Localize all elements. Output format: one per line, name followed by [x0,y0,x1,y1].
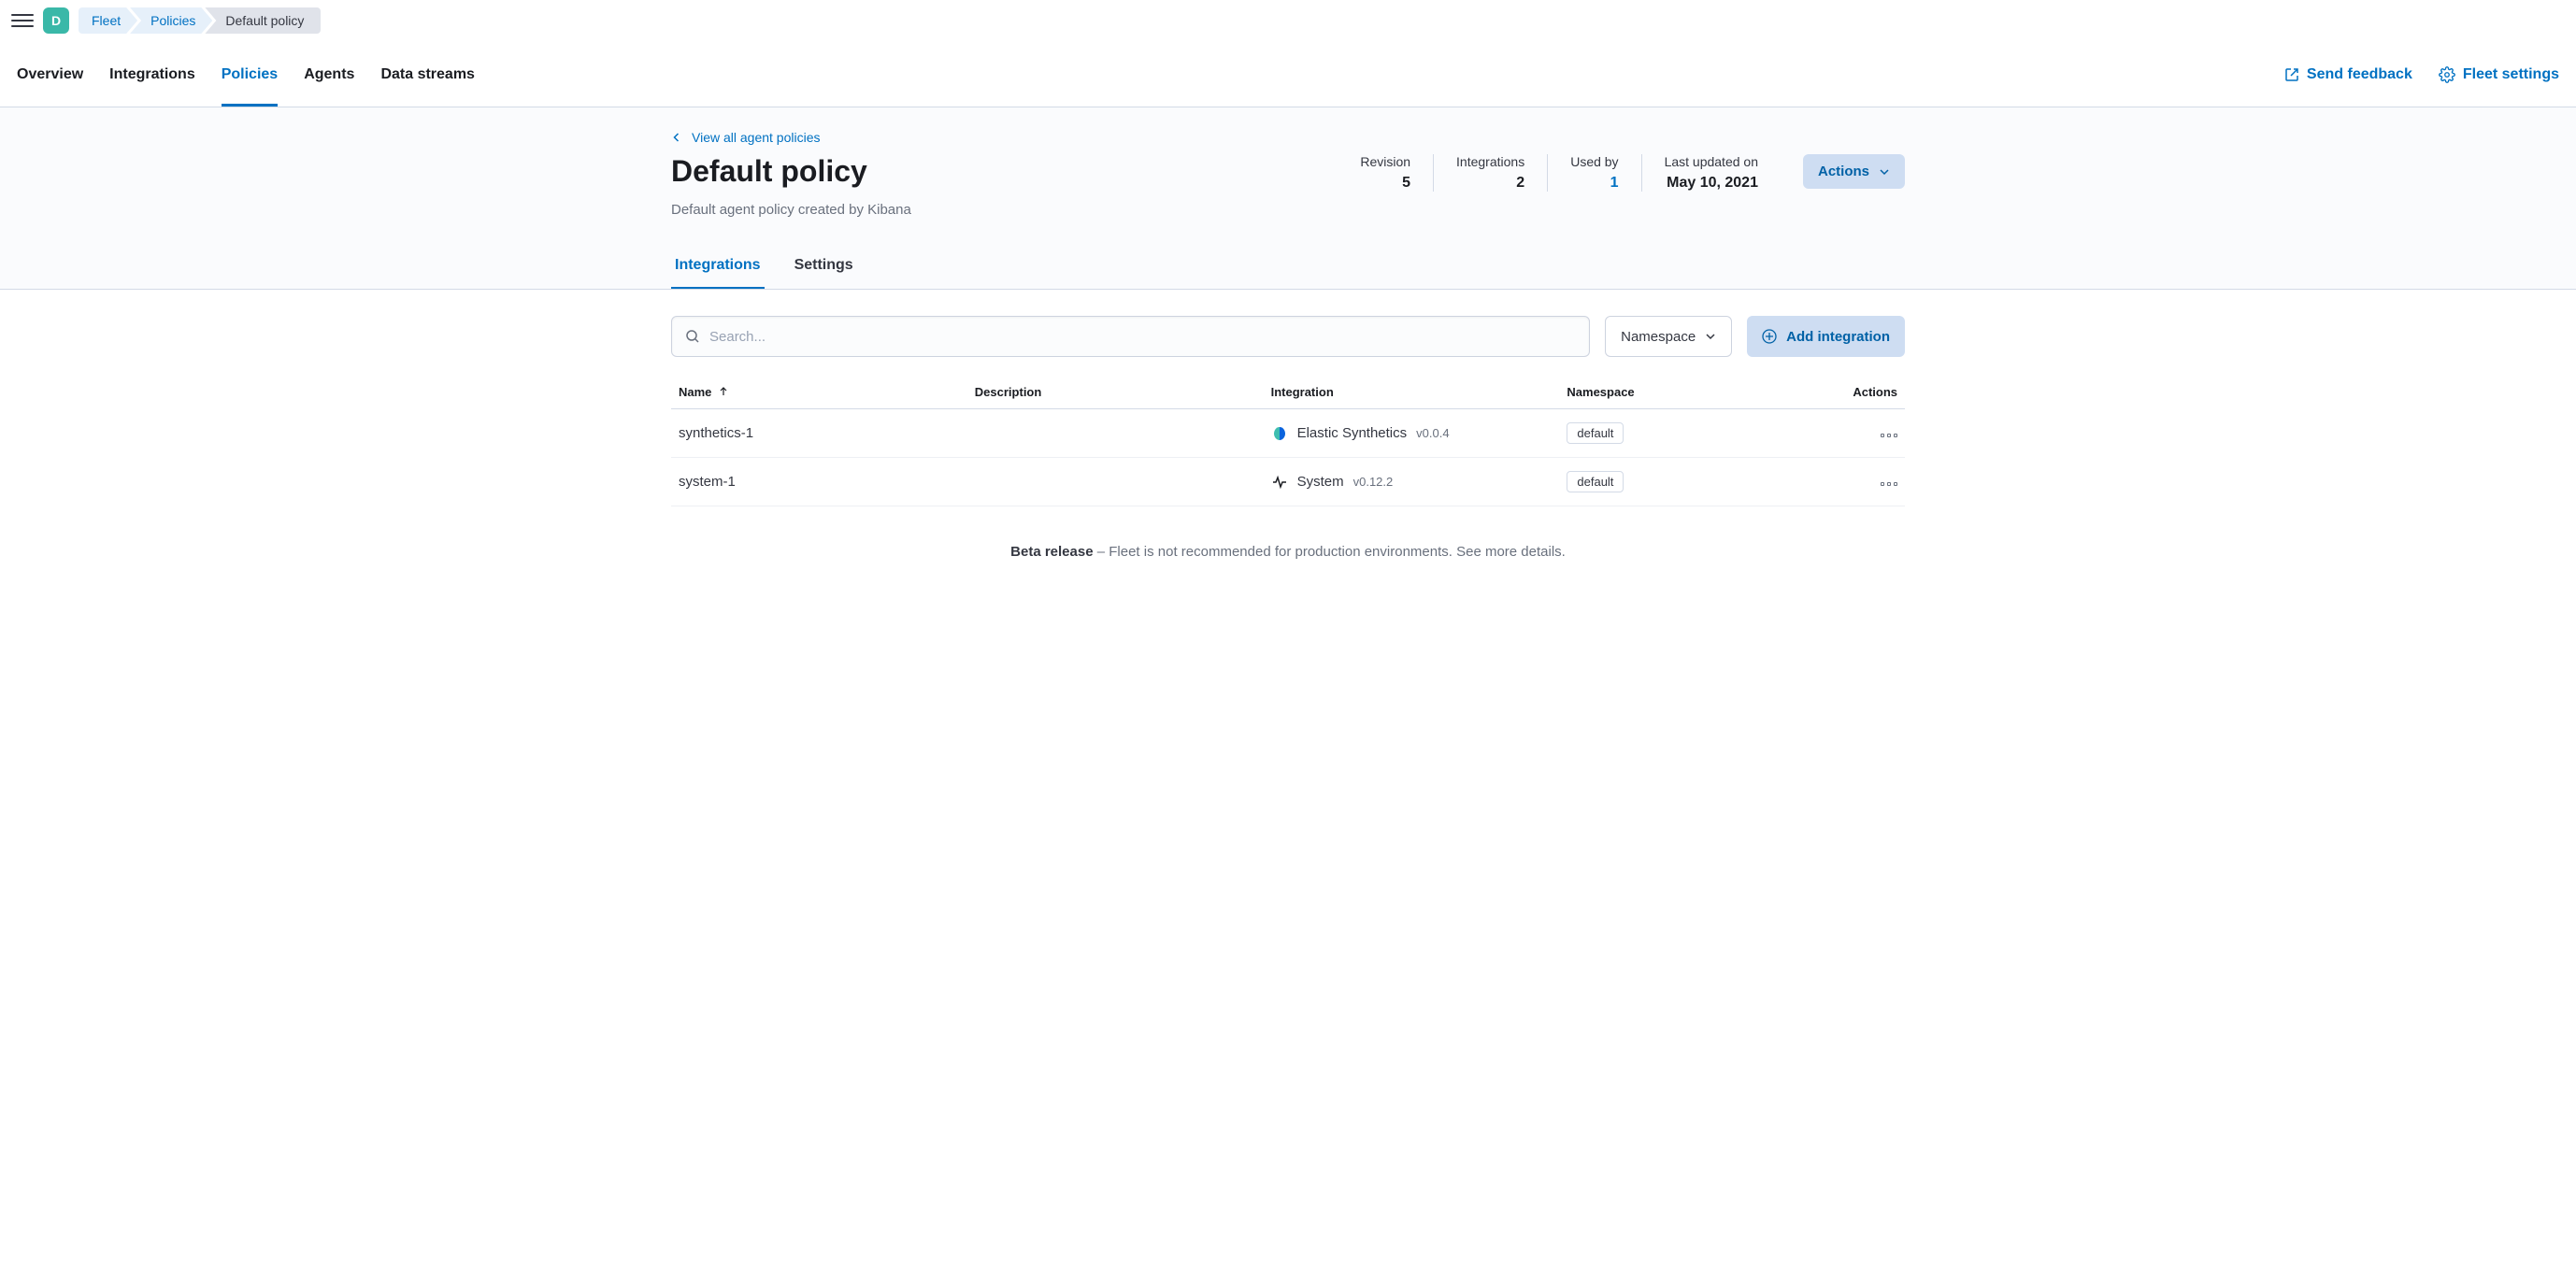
beta-notice: Beta release – Fleet is not recommended … [671,506,1905,578]
menu-icon[interactable] [11,9,34,32]
stat-usedby-label: Used by [1570,154,1618,169]
fleet-settings-label: Fleet settings [2463,66,2559,83]
col-name-label: Name [679,385,711,399]
gear-icon [2439,66,2455,83]
row-actions-button[interactable] [1881,434,1897,437]
back-link[interactable]: View all agent policies [671,130,1905,145]
beta-label: Beta release [1010,544,1093,560]
col-integration[interactable]: Integration [1264,376,1560,409]
plus-circle-icon [1762,329,1777,344]
namespace-filter[interactable]: Namespace [1605,316,1732,357]
tab-policies[interactable]: Policies [222,42,278,107]
stat-usedby-value[interactable]: 1 [1570,175,1618,192]
breadcrumb-current: Default policy [205,7,321,34]
beta-text: – Fleet is not recommended for productio… [1094,544,1566,560]
page-title: Default policy [671,154,911,189]
sort-up-icon [719,387,728,396]
row-actions-button[interactable] [1881,482,1897,486]
cell-integration[interactable]: System v0.12.2 [1271,474,1553,491]
search-input[interactable] [709,329,1576,345]
integration-name: Elastic Synthetics [1297,425,1408,441]
synthetics-icon [1271,425,1288,442]
fleet-settings-link[interactable]: Fleet settings [2439,66,2559,83]
search-box[interactable] [671,316,1590,357]
subtab-integrations[interactable]: Integrations [671,248,765,289]
col-description[interactable]: Description [967,376,1264,409]
cell-integration[interactable]: Elastic Synthetics v0.0.4 [1271,425,1553,442]
stat-updated-value: May 10, 2021 [1665,175,1758,192]
chevron-down-icon [1879,166,1890,178]
cell-name[interactable]: system-1 [671,458,967,506]
tab-integrations[interactable]: Integrations [109,42,195,107]
integrations-table: Name Description Integration Namespace A… [671,376,1905,506]
tab-overview[interactable]: Overview [17,42,83,107]
integration-version: v0.12.2 [1353,475,1394,489]
stat-integrations-value: 2 [1456,175,1524,192]
namespace-filter-label: Namespace [1621,329,1696,345]
stat-updated-label: Last updated on [1665,154,1758,169]
chevron-down-icon [1705,331,1716,342]
cell-description [967,409,1264,458]
breadcrumb-policies[interactable]: Policies [130,7,212,34]
integration-name: System [1297,474,1344,490]
send-feedback-link[interactable]: Send feedback [2284,66,2412,83]
popout-icon [2284,67,2299,82]
stat-revision-label: Revision [1360,154,1410,169]
namespace-pill: default [1567,422,1624,444]
search-icon [685,329,700,344]
actions-button[interactable]: Actions [1803,154,1905,189]
home-badge[interactable]: D [43,7,69,34]
system-icon [1271,474,1288,491]
add-integration-label: Add integration [1786,329,1890,345]
send-feedback-label: Send feedback [2307,66,2412,83]
breadcrumb-fleet[interactable]: Fleet [79,7,137,34]
stat-integrations-label: Integrations [1456,154,1524,169]
col-actions: Actions [1806,376,1905,409]
stat-revision-value: 5 [1360,175,1410,192]
cell-name[interactable]: synthetics-1 [671,409,967,458]
col-name[interactable]: Name [671,376,967,409]
add-integration-button[interactable]: Add integration [1747,316,1905,357]
table-row: synthetics-1 Elastic Synthetics v0.0.4 [671,409,1905,458]
tab-agents[interactable]: Agents [304,42,354,107]
tab-data-streams[interactable]: Data streams [380,42,475,107]
page-subtitle: Default agent policy created by Kibana [671,202,911,218]
col-namespace[interactable]: Namespace [1559,376,1806,409]
back-link-label: View all agent policies [692,130,821,145]
namespace-pill: default [1567,471,1624,492]
table-row: system-1 System v0.12.2 default [671,458,1905,506]
chevron-left-icon [671,132,682,143]
cell-description [967,458,1264,506]
subtab-settings[interactable]: Settings [791,248,857,289]
integration-version: v0.0.4 [1416,426,1449,440]
breadcrumb: Fleet Policies Default policy [79,7,321,34]
actions-button-label: Actions [1818,164,1869,179]
